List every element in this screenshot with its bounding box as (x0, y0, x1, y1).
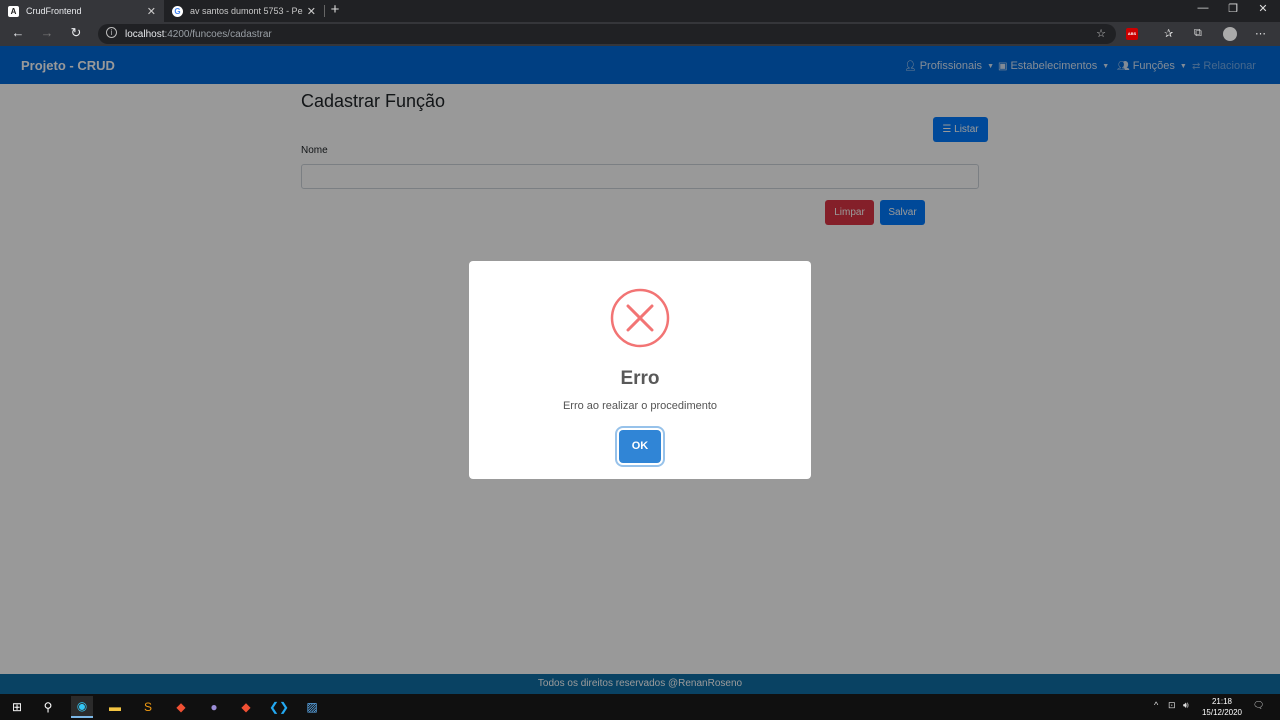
restore-icon[interactable]: ❐ (1218, 2, 1248, 15)
windows-taskbar: ⊞ ⚲ ◉ ▬ S ◆ ● ◆ ❮❯ ▨ ^ ⊡ 🔊︎ 21:18 15/12/… (0, 694, 1280, 720)
more-menu-icon[interactable]: ⋯ (1255, 27, 1266, 40)
git-icon[interactable]: ◆ (170, 696, 192, 718)
eclipse-icon[interactable]: ● (203, 696, 225, 718)
network-icon[interactable]: ⊡ (1168, 700, 1176, 711)
tab-separator (324, 5, 325, 17)
file-explorer-icon[interactable]: ▬ (104, 696, 126, 718)
git-gui-icon[interactable]: ◆ (235, 696, 257, 718)
tab-title: av santos dumont 5753 - Pesqui (190, 6, 303, 16)
google-favicon-icon: G (172, 5, 183, 17)
url-text: localhost:4200/funcoes/cadastrar (125, 29, 272, 40)
new-tab-icon[interactable]: + (328, 1, 342, 18)
tab-title: CrudFrontend (26, 6, 82, 16)
browser-toolbar: ← → ↻ i localhost:4200/funcoes/cadastrar… (0, 22, 1280, 46)
volume-icon[interactable]: 🔊︎ (1183, 700, 1189, 711)
error-x-icon (610, 288, 670, 348)
favorite-star-icon[interactable]: ☆ (1096, 27, 1106, 40)
extension-icon[interactable]: ABS (1126, 28, 1138, 40)
reload-icon[interactable]: ↻ (67, 25, 85, 41)
edge-browser-icon[interactable]: ◉ (71, 696, 93, 718)
angular-favicon-icon: A (8, 5, 19, 17)
close-tab-icon[interactable]: ✕ (147, 5, 156, 18)
photos-icon[interactable]: ▨ (301, 696, 323, 718)
browser-tab-search[interactable]: G av santos dumont 5753 - Pesqui ✕ (164, 0, 324, 22)
tray-chevron-icon[interactable]: ^ (1154, 700, 1158, 710)
web-page: Projeto - CRUD 👤︎ Profissionais ▼ ▣ Esta… (0, 46, 1280, 694)
vscode-icon[interactable]: ❮❯ (268, 696, 290, 718)
system-clock[interactable]: 21:18 15/12/2020 (1199, 696, 1245, 718)
ok-button[interactable]: OK (619, 430, 661, 463)
sublime-text-icon[interactable]: S (137, 696, 159, 718)
close-window-icon[interactable]: ✕ (1248, 2, 1278, 15)
start-windows-icon[interactable]: ⊞ (6, 696, 28, 718)
forward-icon[interactable]: → (38, 25, 56, 40)
search-icon[interactable]: ⚲ (37, 696, 59, 718)
address-bar[interactable]: i localhost:4200/funcoes/cadastrar ☆ (98, 24, 1116, 44)
minimize-icon[interactable]: — (1188, 2, 1218, 14)
back-icon[interactable]: ← (9, 25, 27, 40)
profile-avatar-icon[interactable] (1223, 27, 1237, 41)
dialog-title: Erro (620, 368, 660, 389)
collections-icon[interactable]: ⧉ (1194, 27, 1202, 40)
browser-tabstrip: A CrudFrontend ✕ G av santos dumont 5753… (0, 0, 1280, 22)
notifications-icon[interactable]: 🗨︎ (1253, 700, 1264, 711)
browser-tab-crudfrontend[interactable]: A CrudFrontend ✕ (0, 0, 164, 22)
favorites-icon[interactable]: ✰ (1164, 27, 1173, 40)
dialog-message: Erro ao realizar o procedimento (562, 400, 718, 412)
site-info-icon[interactable]: i (106, 27, 117, 38)
close-tab-icon[interactable]: ✕ (307, 5, 316, 18)
error-dialog: Erro Erro ao realizar o procedimento OK (469, 261, 811, 479)
